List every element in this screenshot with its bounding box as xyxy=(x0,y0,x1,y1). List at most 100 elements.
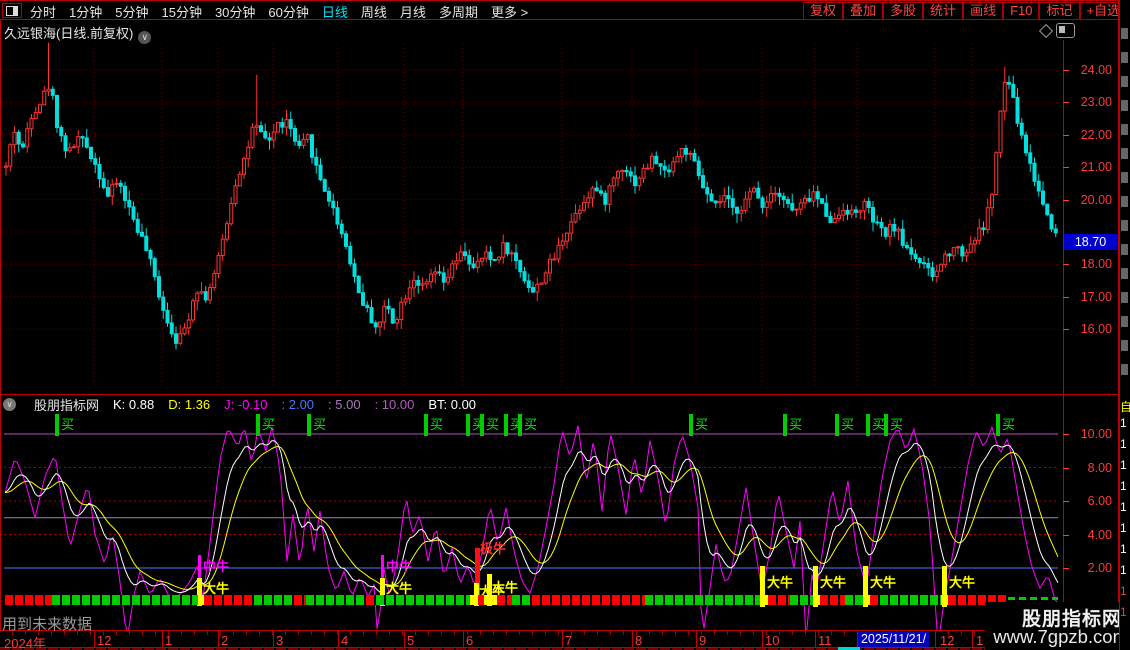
colorbar-segment xyxy=(306,595,366,605)
indicator-axis-label: 6.00 xyxy=(1062,494,1112,508)
colorbar-segment xyxy=(941,595,948,605)
period-item-15分钟[interactable]: 15分钟 xyxy=(161,2,201,21)
timeline-label: 10 xyxy=(765,633,779,648)
buy-flag-label: 买 xyxy=(695,417,708,432)
colorbar-segment xyxy=(790,595,813,605)
colorbar-segment xyxy=(366,595,376,605)
stock-title-text: 久远银海(日线.前复权) xyxy=(4,26,133,41)
clipped-row-digit: 1 xyxy=(1120,605,1127,619)
colorbar-segment xyxy=(645,595,760,605)
buy-flag-label: 买 xyxy=(789,417,802,432)
timeline-separator xyxy=(218,631,219,647)
timeline-label: 8 xyxy=(635,633,642,648)
clipped-glyph xyxy=(1121,316,1128,327)
timeline-label: 12 xyxy=(940,633,954,648)
panel-toggle-icon[interactable] xyxy=(1056,23,1075,38)
indicator-value: D: 1.36 xyxy=(168,397,210,412)
period-item-30分钟[interactable]: 30分钟 xyxy=(215,2,255,21)
buy-flag-label: 买 xyxy=(890,417,903,432)
indicator-chart[interactable] xyxy=(0,412,1063,650)
buy-flag-bar xyxy=(55,414,59,436)
right-panel-strip[interactable]: 自1111111111 xyxy=(1119,0,1130,650)
chart-title-bar: 久远银海(日线.前复权)∨ xyxy=(0,20,1118,40)
period-item-1分钟[interactable]: 1分钟 xyxy=(69,2,102,21)
signal-label: 大牛 xyxy=(767,572,793,591)
timeline-separator xyxy=(632,631,633,647)
period-item-5分钟[interactable]: 5分钟 xyxy=(115,2,148,21)
signal-label: 中牛 xyxy=(203,556,229,575)
timeline-label: 11 xyxy=(818,633,832,648)
top-toolbar: 分时 1分钟 5分钟 15分钟 30分钟 60分钟日线周线月线多周期更多 > 复权叠加多股… xyxy=(0,0,1130,20)
indicator-collapse-icon[interactable]: ∨ xyxy=(3,398,16,411)
period-item-多周期[interactable]: 多周期 xyxy=(439,2,478,21)
period-item-更多 >[interactable]: 更多 > xyxy=(491,2,528,21)
period-item-月线[interactable]: 月线 xyxy=(400,2,426,21)
indicator-values: K: 0.88D: 1.36J: -0.10: 2.00: 5.00: 10.0… xyxy=(113,397,476,412)
clipped-glyph xyxy=(1121,100,1128,111)
layout-toggle-button[interactable] xyxy=(2,3,22,18)
timeline-label: 2 xyxy=(221,633,228,648)
clipped-row-digit: 1 xyxy=(1120,500,1127,514)
axis-tick xyxy=(1063,501,1069,502)
period-item-60分钟[interactable]: 60分钟 xyxy=(268,2,308,21)
clipped-glyph xyxy=(1121,220,1128,231)
toolbar-button-标记[interactable]: 标记 xyxy=(1039,2,1079,20)
toolbar-button-多股[interactable]: 多股 xyxy=(883,2,923,20)
main-candlestick-chart[interactable] xyxy=(0,40,1063,392)
buy-flag-bar xyxy=(518,414,522,436)
colorbar-segment xyxy=(820,595,845,605)
toolbar-button-画线[interactable]: 画线 xyxy=(963,2,1003,20)
buy-flag-bar xyxy=(424,414,428,436)
colorbar-segment xyxy=(376,595,470,605)
clipped-yellow-char: 自 xyxy=(1120,398,1130,415)
clipped-glyph xyxy=(1121,292,1128,303)
buy-flag-bar xyxy=(256,414,260,436)
axis-tick xyxy=(1063,535,1069,536)
timeline-label: 3 xyxy=(276,633,283,648)
colorbar-segment xyxy=(497,595,512,605)
timeline-separator xyxy=(338,631,339,647)
clipped-row-digit: 1 xyxy=(1120,437,1127,451)
colorbar-segment xyxy=(470,595,478,605)
price-axis-label: 20.00 xyxy=(1062,193,1112,207)
colorbar-segment xyxy=(52,595,198,605)
indicator-axis-label: 8.00 xyxy=(1062,461,1112,475)
indicator-name: 股朋指标网 xyxy=(34,395,99,414)
timeline-label: 4 xyxy=(341,633,348,648)
buy-flag-bar xyxy=(996,414,1000,436)
period-item-周线[interactable]: 周线 xyxy=(361,2,387,21)
price-axis-label: 21.00 xyxy=(1062,160,1112,174)
timeline-axis: 2024年1212345678910111212025/11/21/五 xyxy=(0,630,1063,648)
clipped-row-digit: 1 xyxy=(1120,521,1127,535)
clipped-glyph xyxy=(1121,52,1128,63)
colorbar-segment xyxy=(254,595,294,605)
colorbar-segment xyxy=(532,595,645,605)
clipped-glyph xyxy=(1121,124,1128,135)
axis-tick xyxy=(1063,264,1069,265)
clipped-row-digit: 1 xyxy=(1120,563,1127,577)
timeline-separator xyxy=(815,631,816,647)
axis-tick xyxy=(1063,167,1069,168)
axis-tick xyxy=(1063,468,1069,469)
timeline-separator xyxy=(562,631,563,647)
price-axis-label: 16.00 xyxy=(1062,322,1112,336)
buy-flag-bar xyxy=(866,414,870,436)
timeline-label: 5 xyxy=(407,633,414,648)
axis-tick xyxy=(1063,297,1069,298)
buy-flag-bar xyxy=(783,414,787,436)
trading-app-window: 分时 1分钟 5分钟 15分钟 30分钟 60分钟日线周线月线多周期更多 > 复权叠加多股… xyxy=(0,0,1130,650)
signal-label: 大牛 xyxy=(870,572,896,591)
panel-separator-line xyxy=(0,394,1118,395)
indicator-axis-label: 4.00 xyxy=(1062,528,1112,542)
toolbar-button-叠加[interactable]: 叠加 xyxy=(843,2,883,20)
timeline-current-date: 2025/11/21/五 xyxy=(858,632,929,647)
period-item-日线[interactable]: 日线 xyxy=(322,2,348,21)
indicator-value: : 2.00 xyxy=(282,397,315,412)
toolbar-button-统计[interactable]: 统计 xyxy=(923,2,963,20)
toolbar-button-F10[interactable]: F10 xyxy=(1003,2,1039,20)
indicator-value: K: 0.88 xyxy=(113,397,154,412)
toolbar-button-复权[interactable]: 复权 xyxy=(803,2,843,20)
signal-label: 大牛 xyxy=(949,572,975,591)
clipped-glyph xyxy=(1121,364,1128,375)
period-item-分时[interactable]: 分时 xyxy=(30,2,56,21)
